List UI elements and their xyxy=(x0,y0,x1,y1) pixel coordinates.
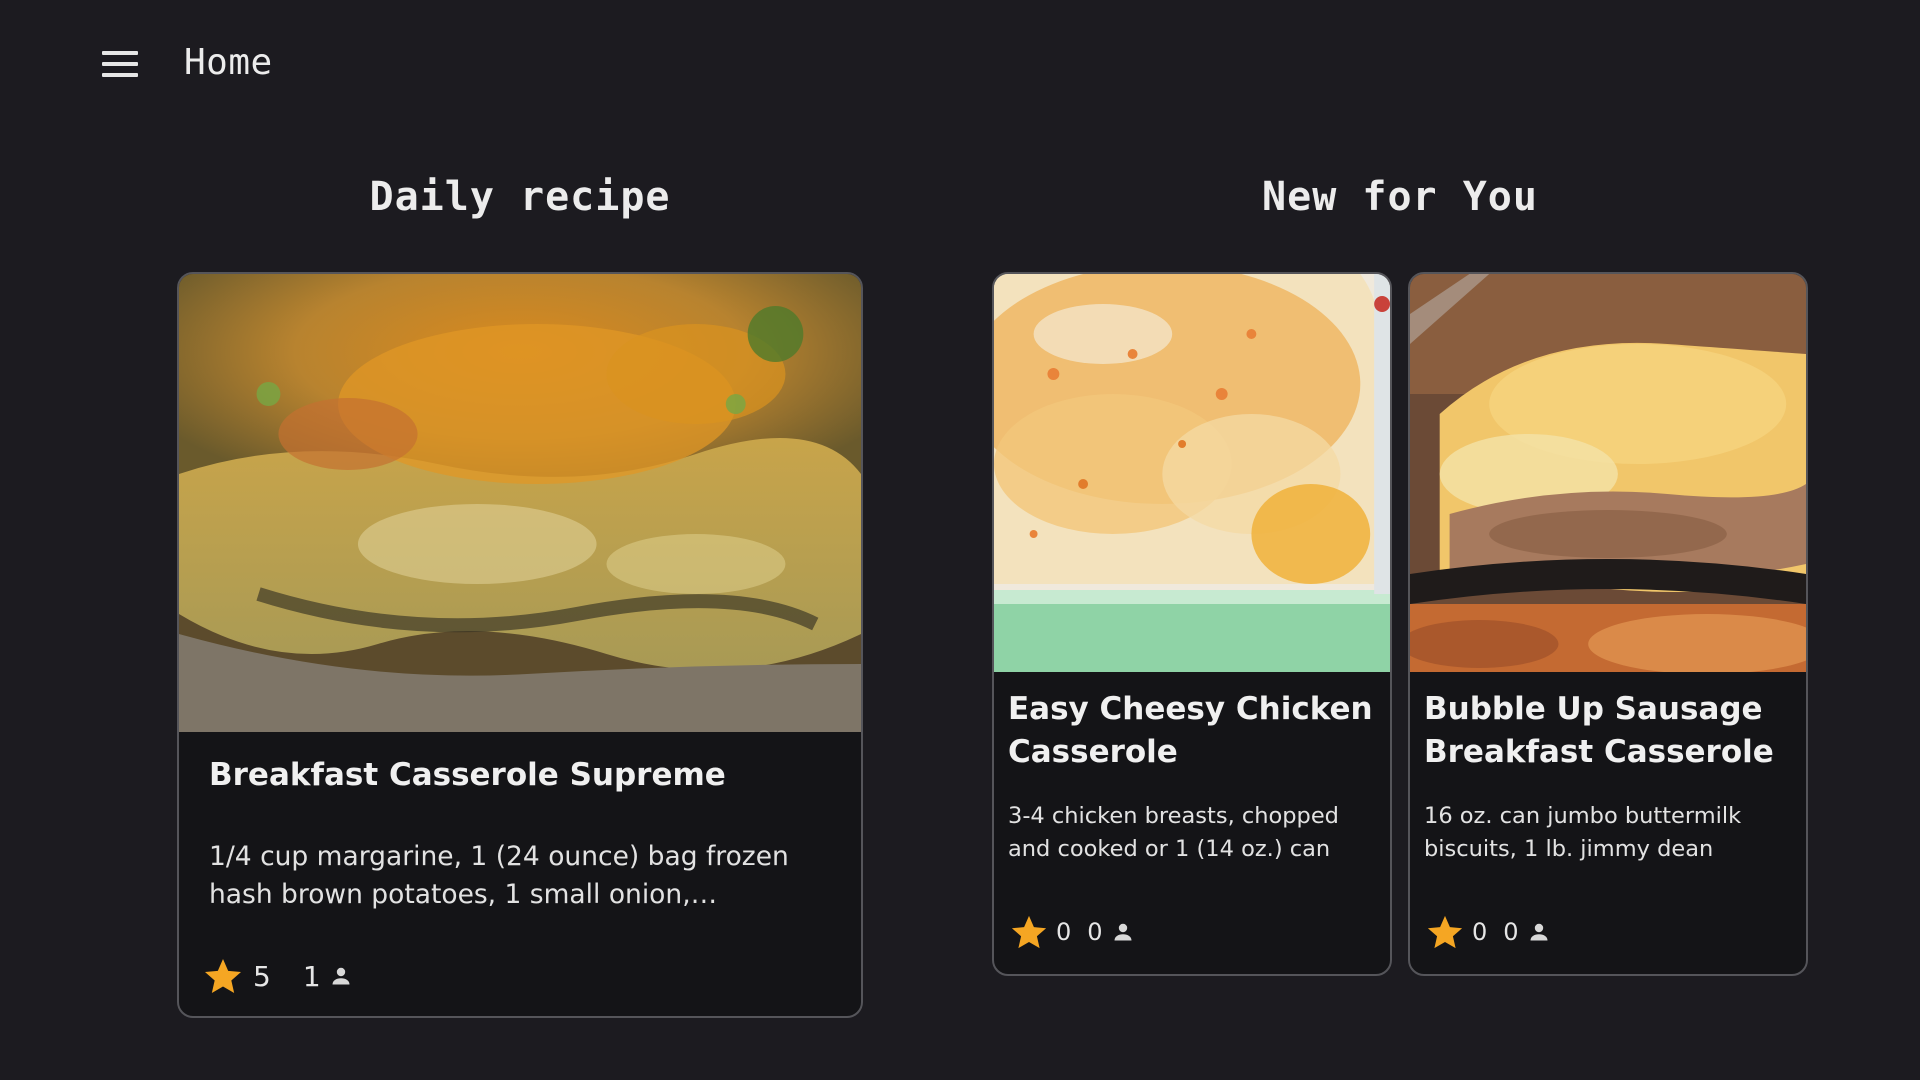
new-recipe-card[interactable]: Easy Cheesy Chicken Casserole 3-4 chicke… xyxy=(992,272,1392,976)
daily-recipe-card[interactable]: Breakfast Casserole Supreme 1/4 cup marg… xyxy=(177,272,863,1018)
recipe-stats: 0 0 xyxy=(1010,910,1135,954)
daily-recipe-heading: Daily recipe xyxy=(369,174,671,220)
rating-value: 0 xyxy=(1472,918,1488,946)
recipe-image xyxy=(179,274,861,732)
hamburger-menu-icon[interactable] xyxy=(96,44,144,84)
star-icon xyxy=(1427,915,1463,949)
star-icon xyxy=(1011,915,1047,949)
recipe-image xyxy=(994,274,1390,672)
reviews-count: 0 xyxy=(1087,918,1103,946)
reviews-count: 1 xyxy=(302,959,321,993)
recipe-title: Bubble Up Sausage Breakfast Casserole xyxy=(1424,691,1774,770)
new-recipe-card[interactable]: Bubble Up Sausage Breakfast Casserole 16… xyxy=(1408,272,1808,976)
new-for-you-heading: New for You xyxy=(1262,174,1538,220)
star-icon xyxy=(205,959,241,993)
page-title: Home xyxy=(184,42,273,83)
recipe-stats: 5 1 xyxy=(203,952,353,1000)
reviews-count: 0 xyxy=(1503,918,1519,946)
person-icon xyxy=(332,967,350,985)
person-icon xyxy=(1530,923,1548,941)
recipe-image xyxy=(1410,274,1806,672)
recipe-description: 1/4 cup margarine, 1 (24 ounce) bag froz… xyxy=(209,841,789,910)
rating-value: 0 xyxy=(1056,918,1072,946)
recipe-stats: 0 0 xyxy=(1426,910,1551,954)
rating-value: 5 xyxy=(253,959,271,993)
recipe-title: Easy Cheesy Chicken Casserole xyxy=(1008,691,1373,770)
recipe-description: 3-4 chicken breasts, chopped and cooked … xyxy=(1008,803,1339,862)
recipe-title: Breakfast Casserole Supreme xyxy=(209,757,726,793)
recipe-description: 16 oz. can jumbo buttermilk biscuits, 1 … xyxy=(1424,803,1742,862)
person-icon xyxy=(1114,923,1132,941)
top-app-bar: Home xyxy=(0,0,1920,128)
